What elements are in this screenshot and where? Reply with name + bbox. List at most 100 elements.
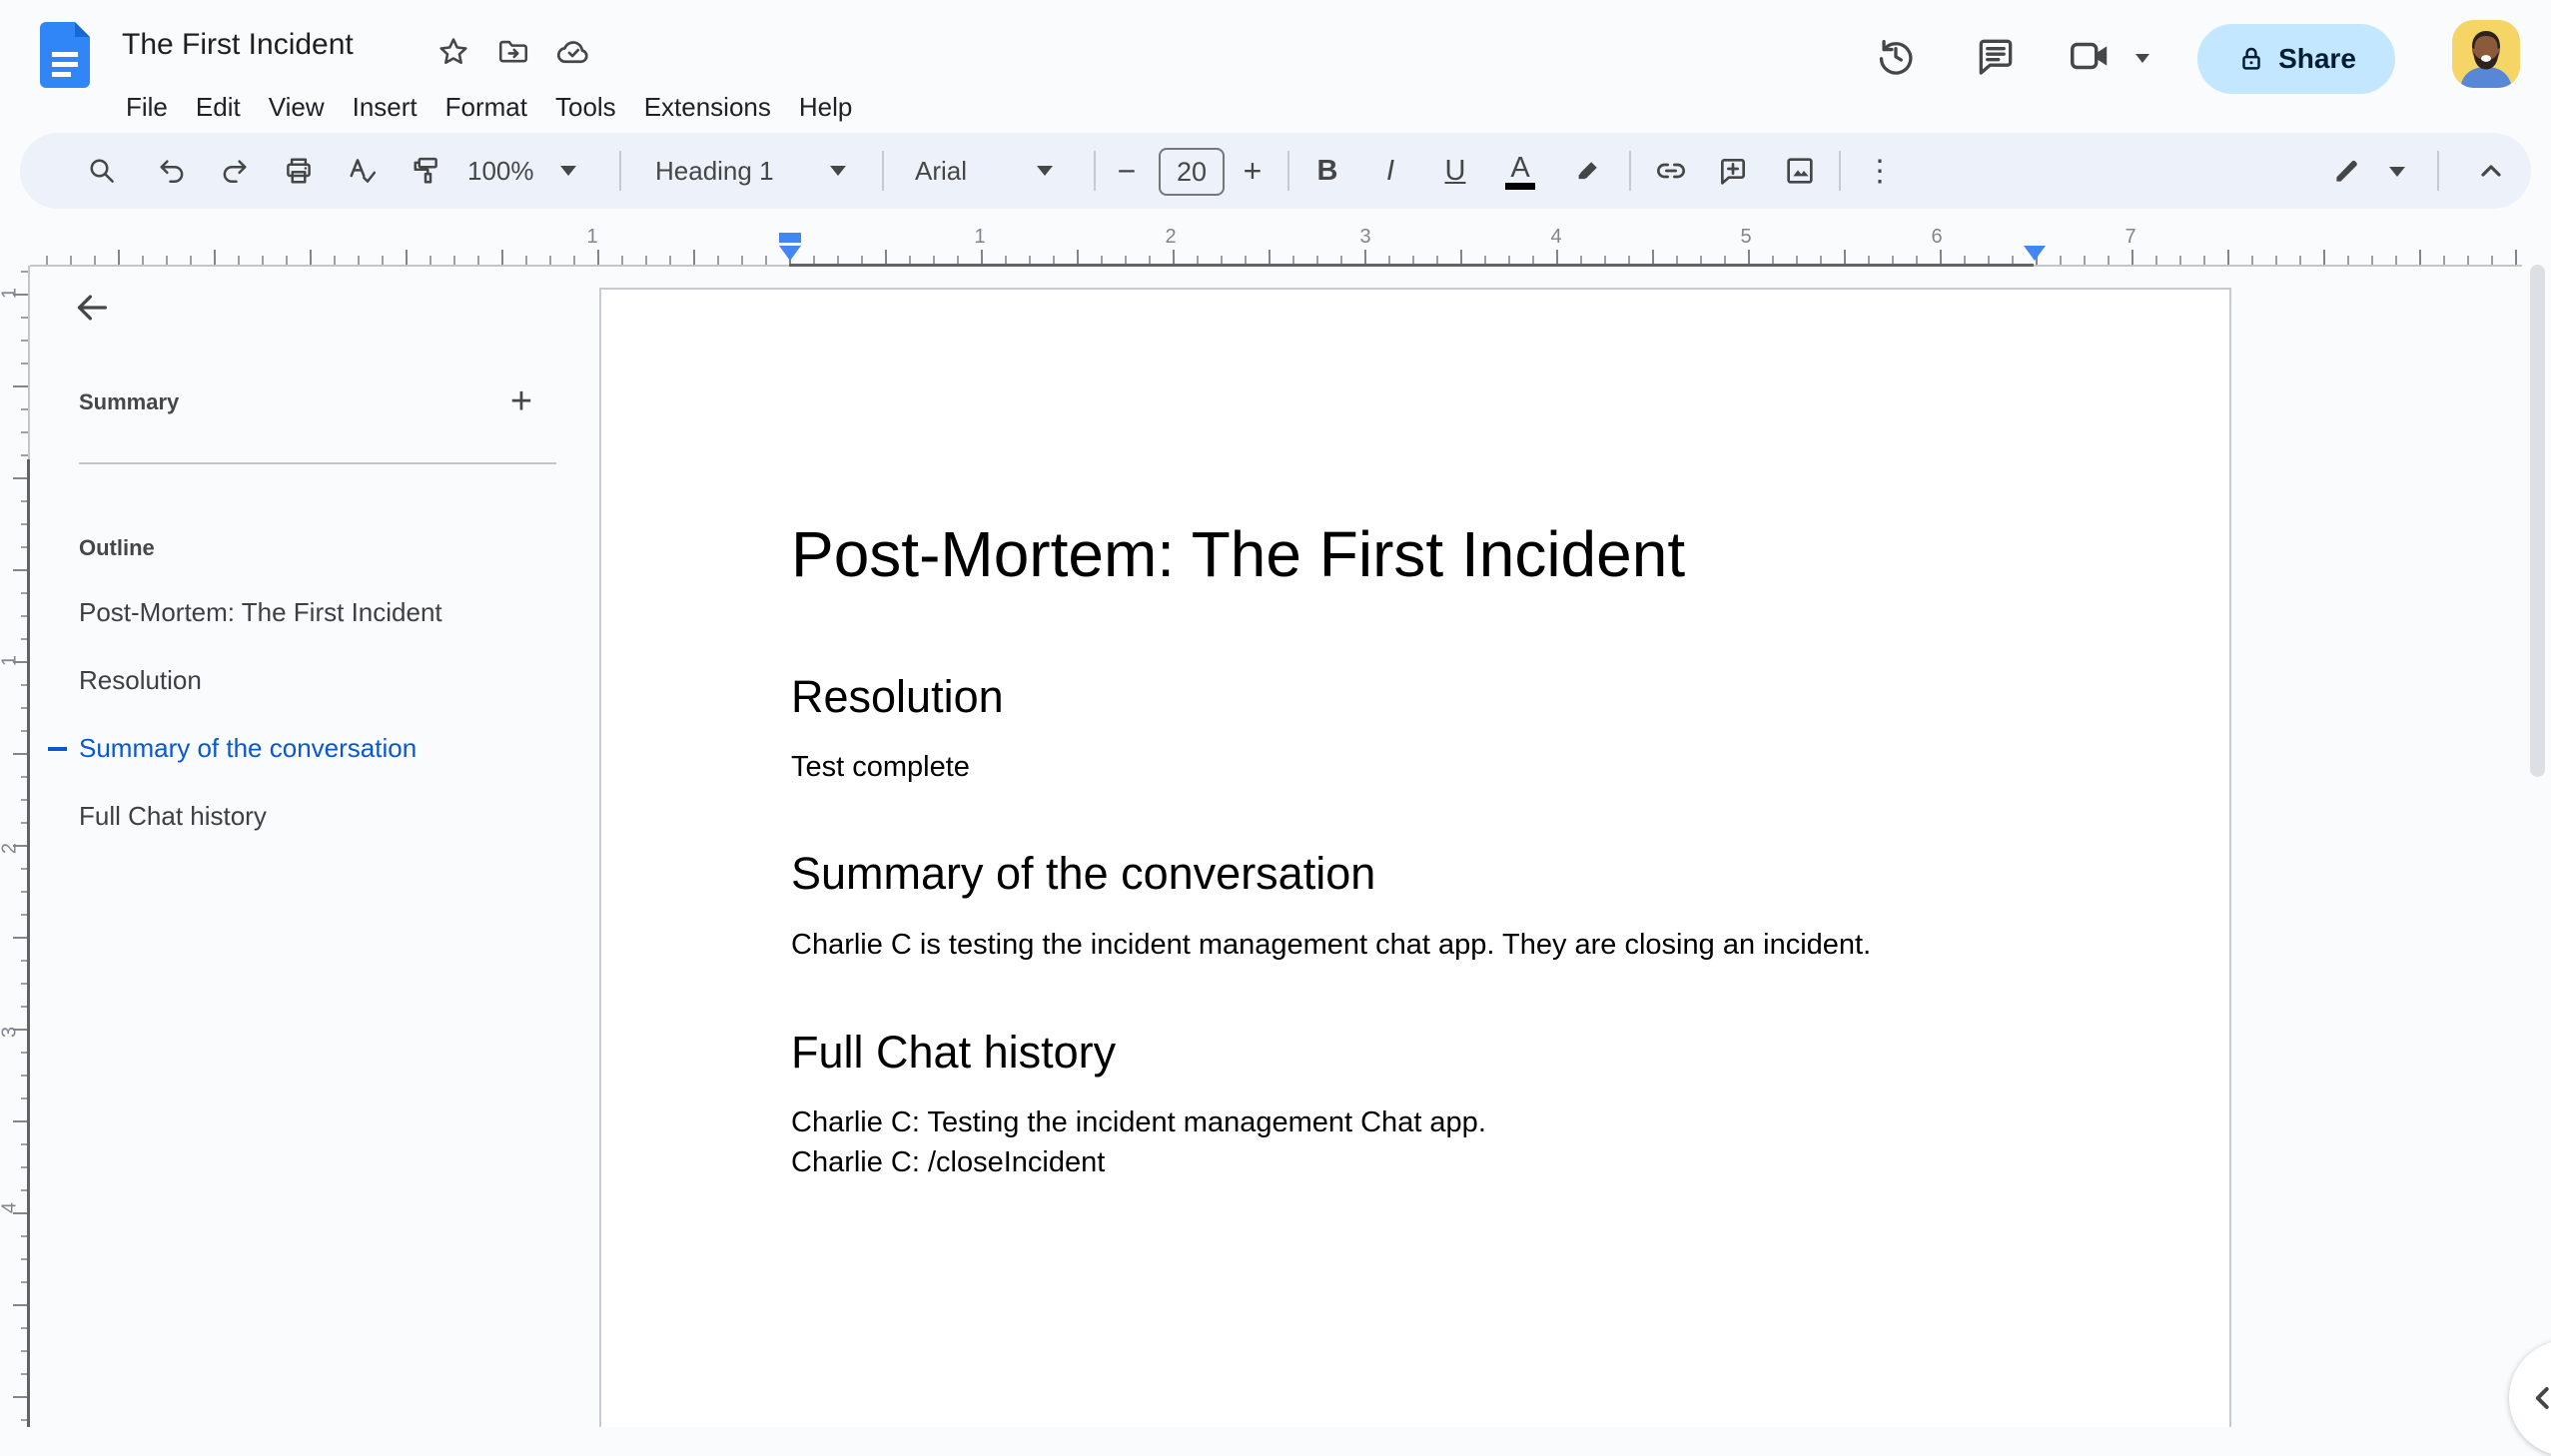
chevron-left-icon	[2535, 1387, 2549, 1409]
ruler-number: 2	[0, 842, 21, 855]
print-icon[interactable]	[277, 149, 321, 193]
menu-file[interactable]: File	[112, 86, 182, 128]
menu-insert[interactable]: Insert	[339, 86, 431, 128]
meet-video-icon[interactable]	[2060, 30, 2120, 82]
vertical-scrollbar[interactable]	[2530, 265, 2545, 777]
increase-font-size-button[interactable]: +	[1231, 149, 1275, 193]
menu-bar: File Edit View Insert Format Tools Exten…	[112, 86, 866, 128]
underline-label: U	[1444, 154, 1466, 187]
text-color-button[interactable]: A	[1498, 149, 1542, 193]
ruler-number: 4	[1550, 226, 1562, 248]
summary-label: Summary	[79, 389, 180, 414]
document-title[interactable]: The First Incident	[122, 28, 354, 62]
menu-tools[interactable]: Tools	[541, 86, 630, 128]
ruler-number: 1	[586, 226, 598, 248]
zoom-select[interactable]: 100%	[467, 149, 576, 193]
ruler-number: 2	[1165, 226, 1177, 248]
menu-extensions[interactable]: Extensions	[630, 86, 785, 128]
font-select[interactable]: Arial	[915, 149, 1054, 193]
add-summary-button[interactable]: +	[497, 377, 545, 425]
section-body-line[interactable]: Charlie C: Testing the incident manageme…	[791, 1106, 1486, 1139]
highlight-color-icon[interactable]	[1566, 149, 1610, 193]
divider	[2437, 151, 2439, 191]
section-body-line[interactable]: Charlie C: /closeIncident	[791, 1146, 1105, 1179]
comments-icon[interactable]	[1970, 30, 2022, 82]
spellcheck-icon[interactable]	[341, 149, 385, 193]
chevron-down-icon	[1037, 166, 1054, 176]
show-side-panel-button[interactable]	[2509, 1340, 2551, 1456]
section-heading[interactable]: Resolution	[791, 671, 1004, 723]
section-body-line[interactable]: Test complete	[791, 751, 970, 784]
outline-item[interactable]: Resolution	[79, 665, 538, 696]
more-options-button[interactable]: ⋮	[1858, 149, 1902, 193]
undo-icon[interactable]	[151, 149, 195, 193]
section-heading[interactable]: Full Chat history	[791, 1027, 1116, 1079]
menu-help[interactable]: Help	[785, 86, 866, 128]
divider	[79, 462, 556, 464]
document-heading-1[interactable]: Post-Mortem: The First Incident	[791, 517, 1685, 591]
text-color-swatch	[1505, 182, 1535, 190]
redo-icon[interactable]	[212, 149, 256, 193]
ruler-number: 7	[2125, 226, 2136, 248]
italic-button[interactable]: I	[1368, 149, 1412, 193]
version-history-icon[interactable]	[1870, 30, 1922, 82]
editing-mode-caret-icon[interactable]	[2389, 167, 2405, 177]
underline-button[interactable]: U	[1433, 149, 1477, 193]
divider	[619, 151, 621, 191]
share-button[interactable]: Share	[2197, 24, 2395, 94]
paragraph-style-select[interactable]: Heading 1	[655, 149, 846, 193]
more-options-label: ⋮	[1865, 154, 1895, 188]
outline-item[interactable]: Full Chat history	[79, 801, 538, 832]
section-heading[interactable]: Summary of the conversation	[791, 848, 1375, 900]
bold-label: B	[1316, 154, 1338, 187]
avatar[interactable]	[2452, 20, 2520, 88]
outline-item-active[interactable]: Summary of the conversation	[48, 733, 538, 764]
ruler-number: 6	[1931, 226, 1943, 248]
style-value: Heading 1	[655, 155, 774, 186]
outline-item-label: Summary of the conversation	[79, 733, 418, 763]
minus-label: −	[1117, 152, 1137, 189]
search-menus-icon[interactable]	[80, 149, 124, 193]
menu-edit[interactable]: Edit	[182, 86, 255, 128]
ruler-number: 3	[1359, 226, 1371, 248]
menu-view[interactable]: View	[255, 86, 339, 128]
first-line-indent-marker[interactable]	[779, 233, 801, 243]
close-outline-button[interactable]	[72, 288, 112, 328]
divider	[1629, 151, 1631, 191]
font-size-value: 20	[1176, 156, 1208, 187]
right-indent-marker[interactable]	[2024, 246, 2046, 261]
ruler-number: 1	[0, 654, 21, 667]
chevron-down-icon	[559, 166, 576, 176]
menu-format[interactable]: Format	[431, 86, 541, 128]
insert-link-icon[interactable]	[1649, 149, 1693, 193]
decrease-font-size-button[interactable]: −	[1105, 149, 1149, 193]
insert-image-icon[interactable]	[1778, 149, 1822, 193]
plus-icon: +	[509, 379, 533, 422]
cloud-saved-icon[interactable]	[547, 26, 599, 78]
paint-format-icon[interactable]	[404, 149, 447, 193]
plus-label: +	[1243, 152, 1263, 189]
ruler-number: 5	[1740, 226, 1752, 248]
text-color-label: A	[1510, 151, 1530, 184]
section-body-line[interactable]: Charlie C is testing the incident manage…	[791, 929, 1871, 962]
meet-dropdown-caret-icon[interactable]	[2135, 54, 2149, 63]
outline-item[interactable]: Post-Mortem: The First Incident	[79, 597, 538, 628]
docs-logo-icon[interactable]	[40, 22, 90, 88]
hide-menus-icon[interactable]	[2469, 149, 2513, 193]
divider	[1094, 151, 1096, 191]
divider	[882, 151, 884, 191]
bold-button[interactable]: B	[1305, 149, 1349, 193]
add-comment-icon[interactable]	[1711, 149, 1755, 193]
italic-label: I	[1385, 154, 1395, 187]
star-icon[interactable]	[427, 26, 479, 78]
move-folder-icon[interactable]	[487, 26, 539, 78]
toolbar: 100% Heading 1 Arial − 20 + B I U A ⋮	[20, 133, 2531, 209]
font-size-input[interactable]: 20	[1159, 148, 1225, 196]
divider	[1839, 151, 1841, 191]
editing-mode-pencil-icon[interactable]	[2325, 149, 2369, 193]
left-indent-marker[interactable]	[779, 246, 801, 261]
zoom-value: 100%	[467, 155, 534, 186]
chevron-down-icon	[829, 166, 846, 176]
active-item-dash	[48, 747, 67, 751]
lock-icon	[2242, 47, 2260, 70]
